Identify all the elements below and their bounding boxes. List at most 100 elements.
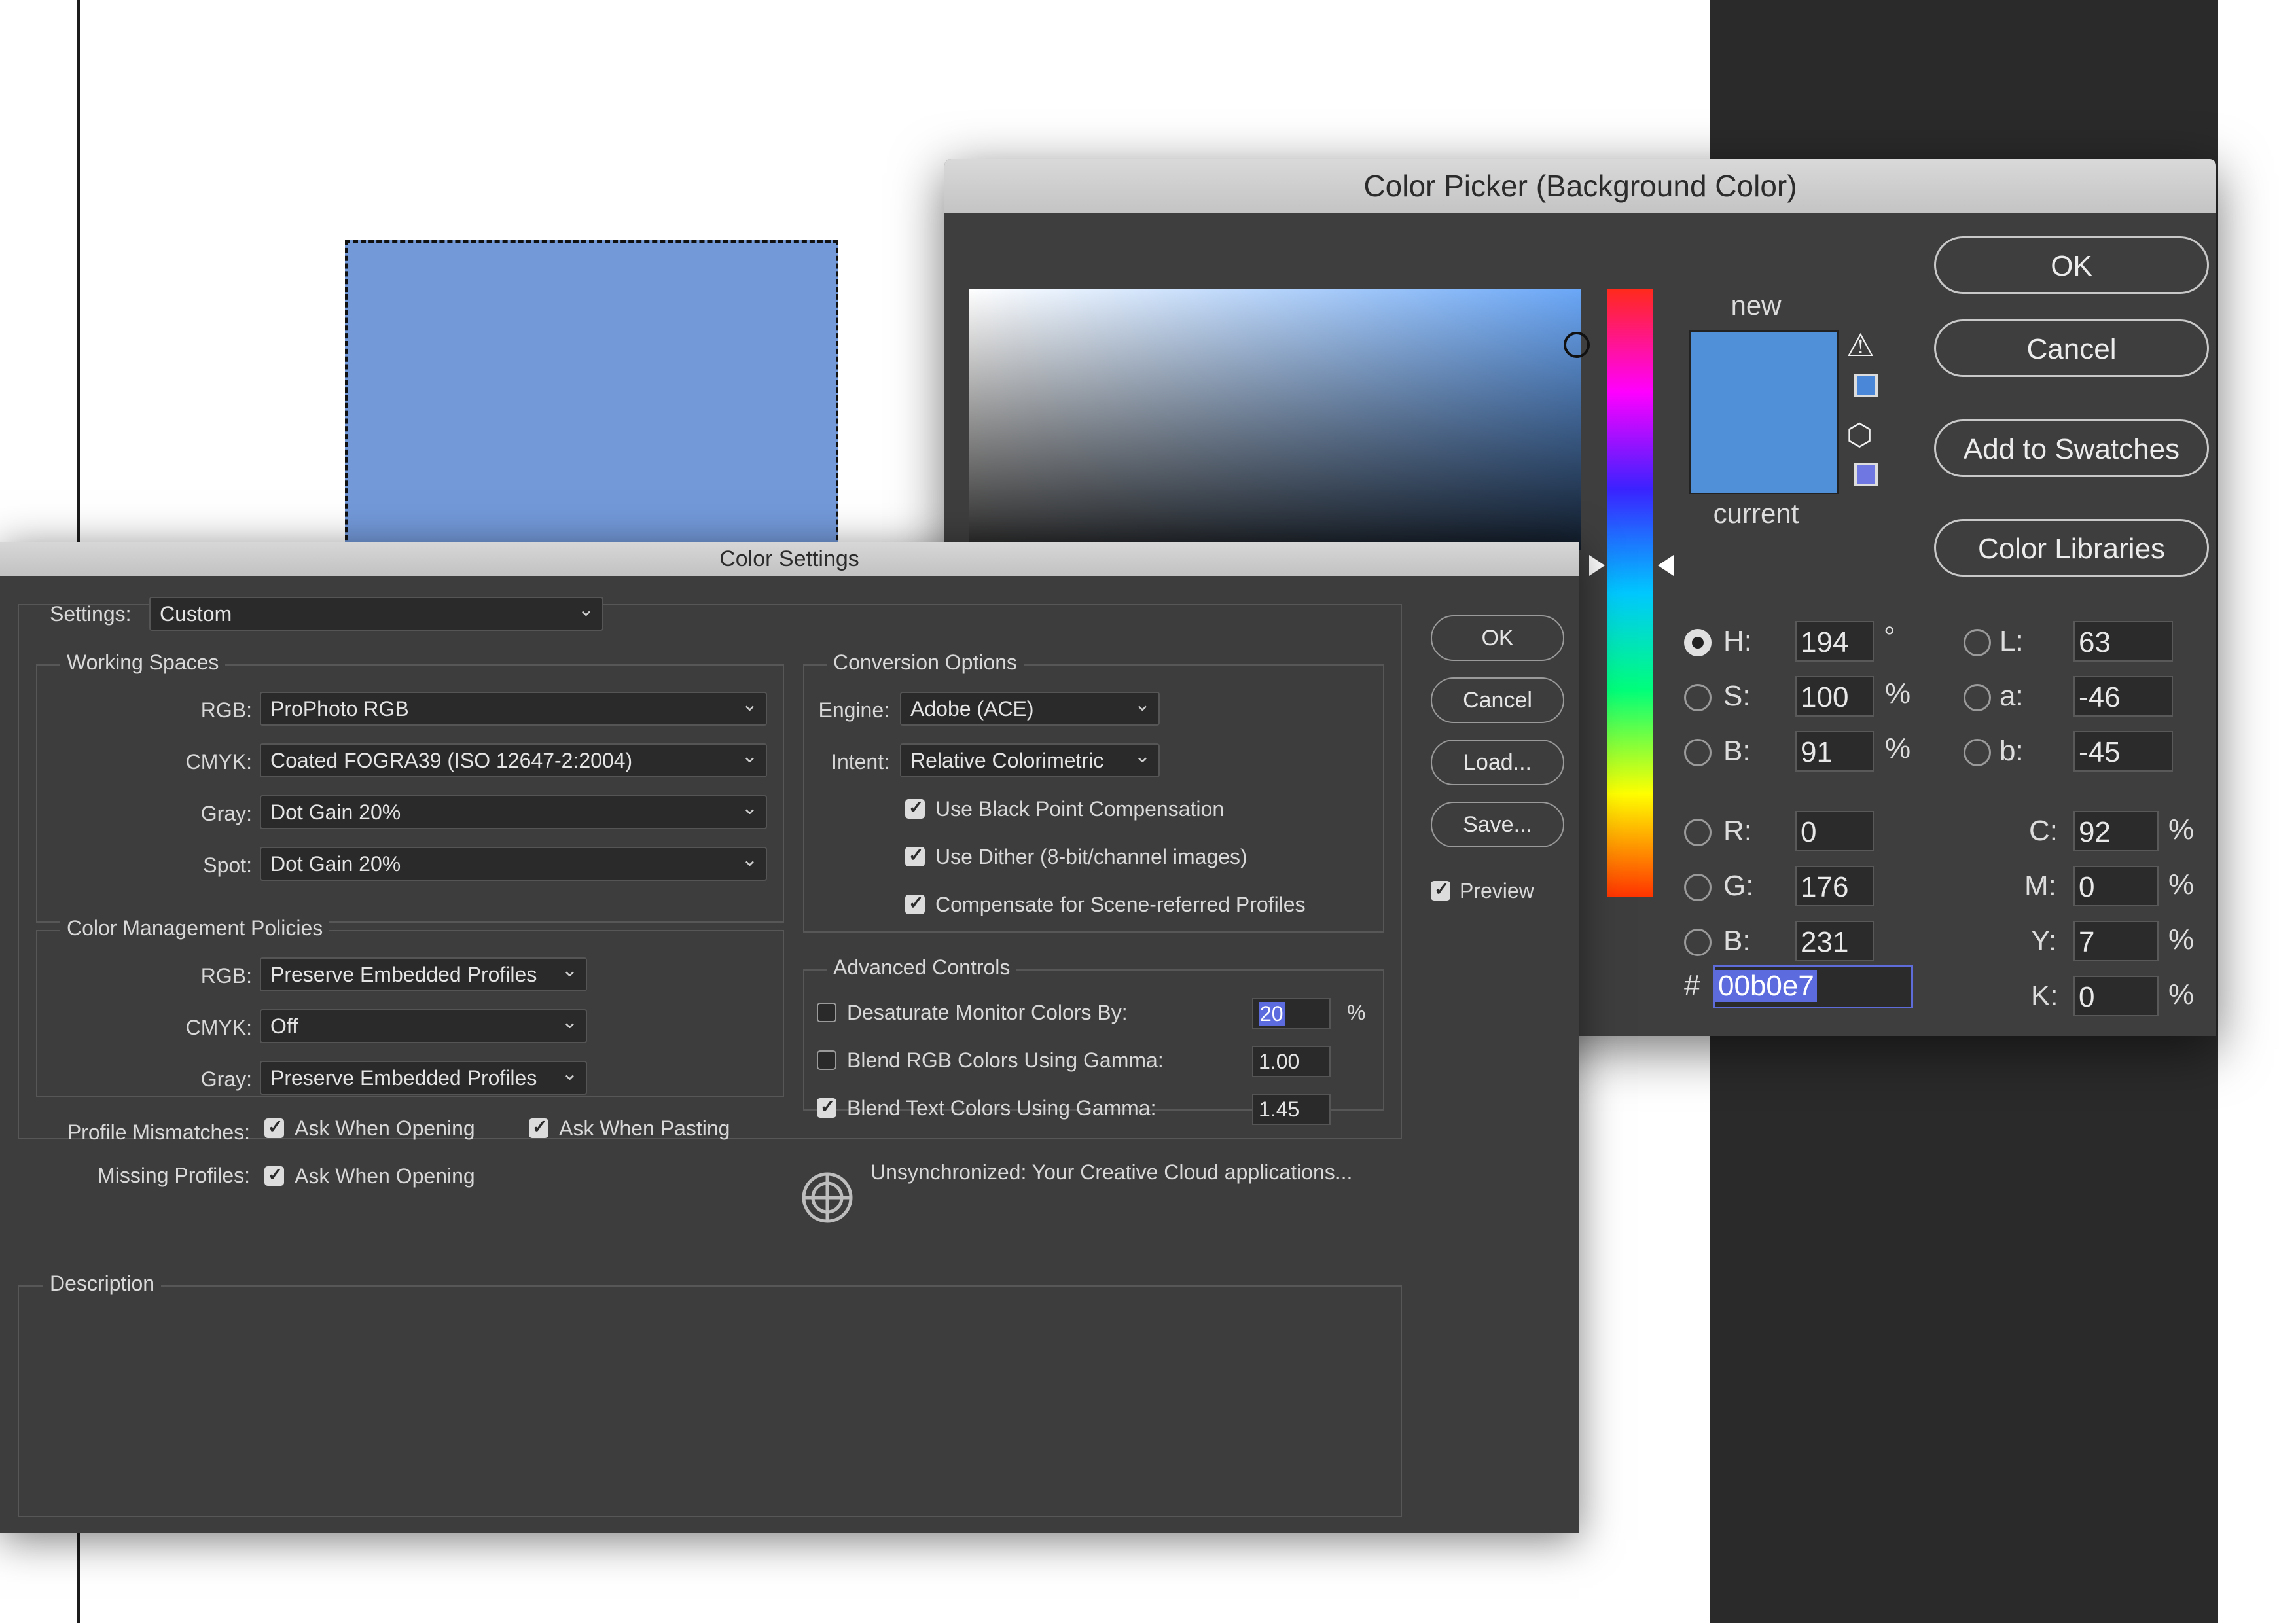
advanced-title: Advanced Controls	[827, 955, 1017, 980]
color-settings-dialog: Color Settings Settings: Custom Working …	[0, 542, 1579, 1533]
hue-slider-left-arrow[interactable]	[1589, 555, 1605, 576]
cmp-gray-label: Gray:	[200, 1067, 252, 1091]
intent-dropdown[interactable]: Relative Colorimetric	[900, 741, 1160, 777]
radio-a[interactable]	[1964, 684, 1991, 711]
add-to-swatches-button[interactable]: Add to Swatches	[1934, 419, 2209, 477]
label-b: B:	[1723, 735, 1751, 767]
ws-gray-label: Gray:	[200, 802, 252, 825]
selected-canvas-area	[345, 240, 838, 548]
hue-slider[interactable]	[1607, 289, 1653, 897]
label-l: L:	[2000, 625, 2024, 657]
settings-load-button[interactable]: Load...	[1431, 740, 1564, 785]
input-r[interactable]: 0	[1795, 811, 1874, 851]
input-c[interactable]: 92	[2073, 811, 2159, 851]
input-b[interactable]: 91	[1795, 731, 1874, 772]
label-k: K:	[2031, 980, 2058, 1012]
settings-ok-button[interactable]: OK	[1431, 615, 1564, 661]
input-m[interactable]: 0	[2073, 866, 2159, 906]
color-libraries-button[interactable]: Color Libraries	[1934, 519, 2209, 577]
ws-cmyk-label: CMYK:	[185, 750, 252, 774]
label-blue: B:	[1723, 925, 1751, 957]
unit-c: %	[2168, 813, 2195, 846]
preview-label: Preview	[1460, 879, 1534, 902]
scene-referred-label: Compensate for Scene-referred Profiles	[935, 893, 1306, 916]
cmp-rgb-label: RGB:	[200, 964, 252, 988]
unit-m: %	[2168, 868, 2195, 901]
ws-spot-dropdown[interactable]: Dot Gain 20%	[260, 844, 767, 881]
label-a: a:	[2000, 680, 2024, 712]
label-h: H:	[1723, 625, 1752, 657]
saturation-brightness-field[interactable]	[969, 289, 1581, 550]
ask-when-pasting-checkbox[interactable]	[529, 1116, 548, 1138]
cmp-rgb-dropdown[interactable]: Preserve Embedded Profiles	[260, 955, 587, 991]
radio-lab-b[interactable]	[1964, 739, 1991, 766]
settings-save-button[interactable]: Save...	[1431, 802, 1564, 847]
blend-rgb-checkbox[interactable]	[817, 1050, 836, 1070]
radio-s[interactable]	[1684, 684, 1712, 711]
desaturate-value: 20	[1259, 1002, 1285, 1026]
label-g: G:	[1723, 870, 1754, 902]
radio-r[interactable]	[1684, 819, 1712, 846]
desaturate-checkbox[interactable]	[817, 1003, 836, 1022]
black-point-checkbox[interactable]	[905, 796, 925, 819]
desaturate-input[interactable]: 20	[1252, 998, 1331, 1029]
input-h[interactable]: 194	[1795, 621, 1874, 662]
label-y: Y:	[2031, 925, 2057, 957]
dither-checkbox[interactable]	[905, 844, 925, 866]
working-spaces-title: Working Spaces	[60, 651, 226, 675]
cmp-gray-dropdown[interactable]: Preserve Embedded Profiles	[260, 1058, 587, 1095]
hue-slider-right-arrow[interactable]	[1658, 555, 1674, 576]
gamut-warning-swatch[interactable]	[1854, 374, 1878, 397]
ws-rgb-dropdown[interactable]: ProPhoto RGB	[260, 689, 767, 726]
sync-status-icon	[802, 1172, 853, 1223]
new-current-color-preview[interactable]	[1689, 330, 1839, 494]
hex-input[interactable]: 00b0e7	[1713, 965, 1913, 1008]
radio-b[interactable]	[1684, 739, 1712, 766]
sync-status-text: Unsynchronized: Your Creative Cloud appl…	[870, 1160, 1353, 1184]
color-settings-title: Color Settings	[0, 542, 1579, 576]
unit-y: %	[2168, 923, 2195, 955]
web-safe-swatch[interactable]	[1854, 463, 1878, 486]
input-blue[interactable]: 231	[1795, 921, 1874, 961]
input-a[interactable]: -46	[2073, 676, 2173, 717]
web-safe-cube-icon[interactable]: ⬡	[1846, 419, 1873, 450]
radio-h[interactable]	[1684, 629, 1712, 656]
radio-l[interactable]	[1964, 629, 1991, 656]
missing-ask-when-opening-checkbox[interactable]	[264, 1164, 284, 1186]
preview-checkbox[interactable]	[1431, 878, 1450, 901]
blend-rgb-input[interactable]: 1.00	[1252, 1046, 1331, 1077]
radio-g[interactable]	[1684, 874, 1712, 901]
ws-spot-label: Spot:	[203, 853, 252, 877]
new-color-label: new	[1731, 290, 1782, 321]
ws-cmyk-dropdown[interactable]: Coated FOGRA39 (ISO 12647-2:2004)	[260, 741, 767, 777]
description-title: Description	[43, 1272, 162, 1296]
ws-gray-dropdown[interactable]: Dot Gain 20%	[260, 793, 767, 829]
current-color-label: current	[1713, 498, 1799, 529]
picker-ok-button[interactable]: OK	[1934, 236, 2209, 294]
settings-cancel-button[interactable]: Cancel	[1431, 677, 1564, 723]
input-g[interactable]: 176	[1795, 866, 1874, 906]
picker-cancel-button[interactable]: Cancel	[1934, 319, 2209, 377]
ask-when-opening-checkbox[interactable]	[264, 1116, 284, 1138]
unit-h: °	[1884, 621, 1895, 653]
radio-blue[interactable]	[1684, 929, 1712, 956]
color-field-picker-ring[interactable]	[1564, 332, 1590, 358]
hex-hash-label: #	[1684, 969, 1700, 1001]
ask-when-pasting-label: Ask When Pasting	[559, 1116, 730, 1140]
blend-text-checkbox[interactable]	[817, 1096, 836, 1118]
settings-dropdown[interactable]: Custom	[149, 594, 603, 631]
input-lab-b[interactable]: -45	[2073, 731, 2173, 772]
blend-text-input[interactable]: 1.45	[1252, 1094, 1331, 1125]
input-s[interactable]: 100	[1795, 676, 1874, 717]
profile-mismatches-label: Profile Mismatches:	[67, 1120, 250, 1144]
unit-k: %	[2168, 978, 2195, 1010]
input-k[interactable]: 0	[2073, 976, 2159, 1016]
engine-dropdown[interactable]: Adobe (ACE)	[900, 689, 1160, 726]
warning-triangle-icon[interactable]: ⚠	[1846, 330, 1874, 362]
cmp-cmyk-dropdown[interactable]: Off	[260, 1007, 587, 1043]
input-l[interactable]: 63	[2073, 621, 2173, 662]
scene-referred-checkbox[interactable]	[905, 892, 925, 914]
ws-rgb-label: RGB:	[200, 698, 252, 722]
intent-label: Intent:	[831, 750, 889, 774]
input-y[interactable]: 7	[2073, 921, 2159, 961]
